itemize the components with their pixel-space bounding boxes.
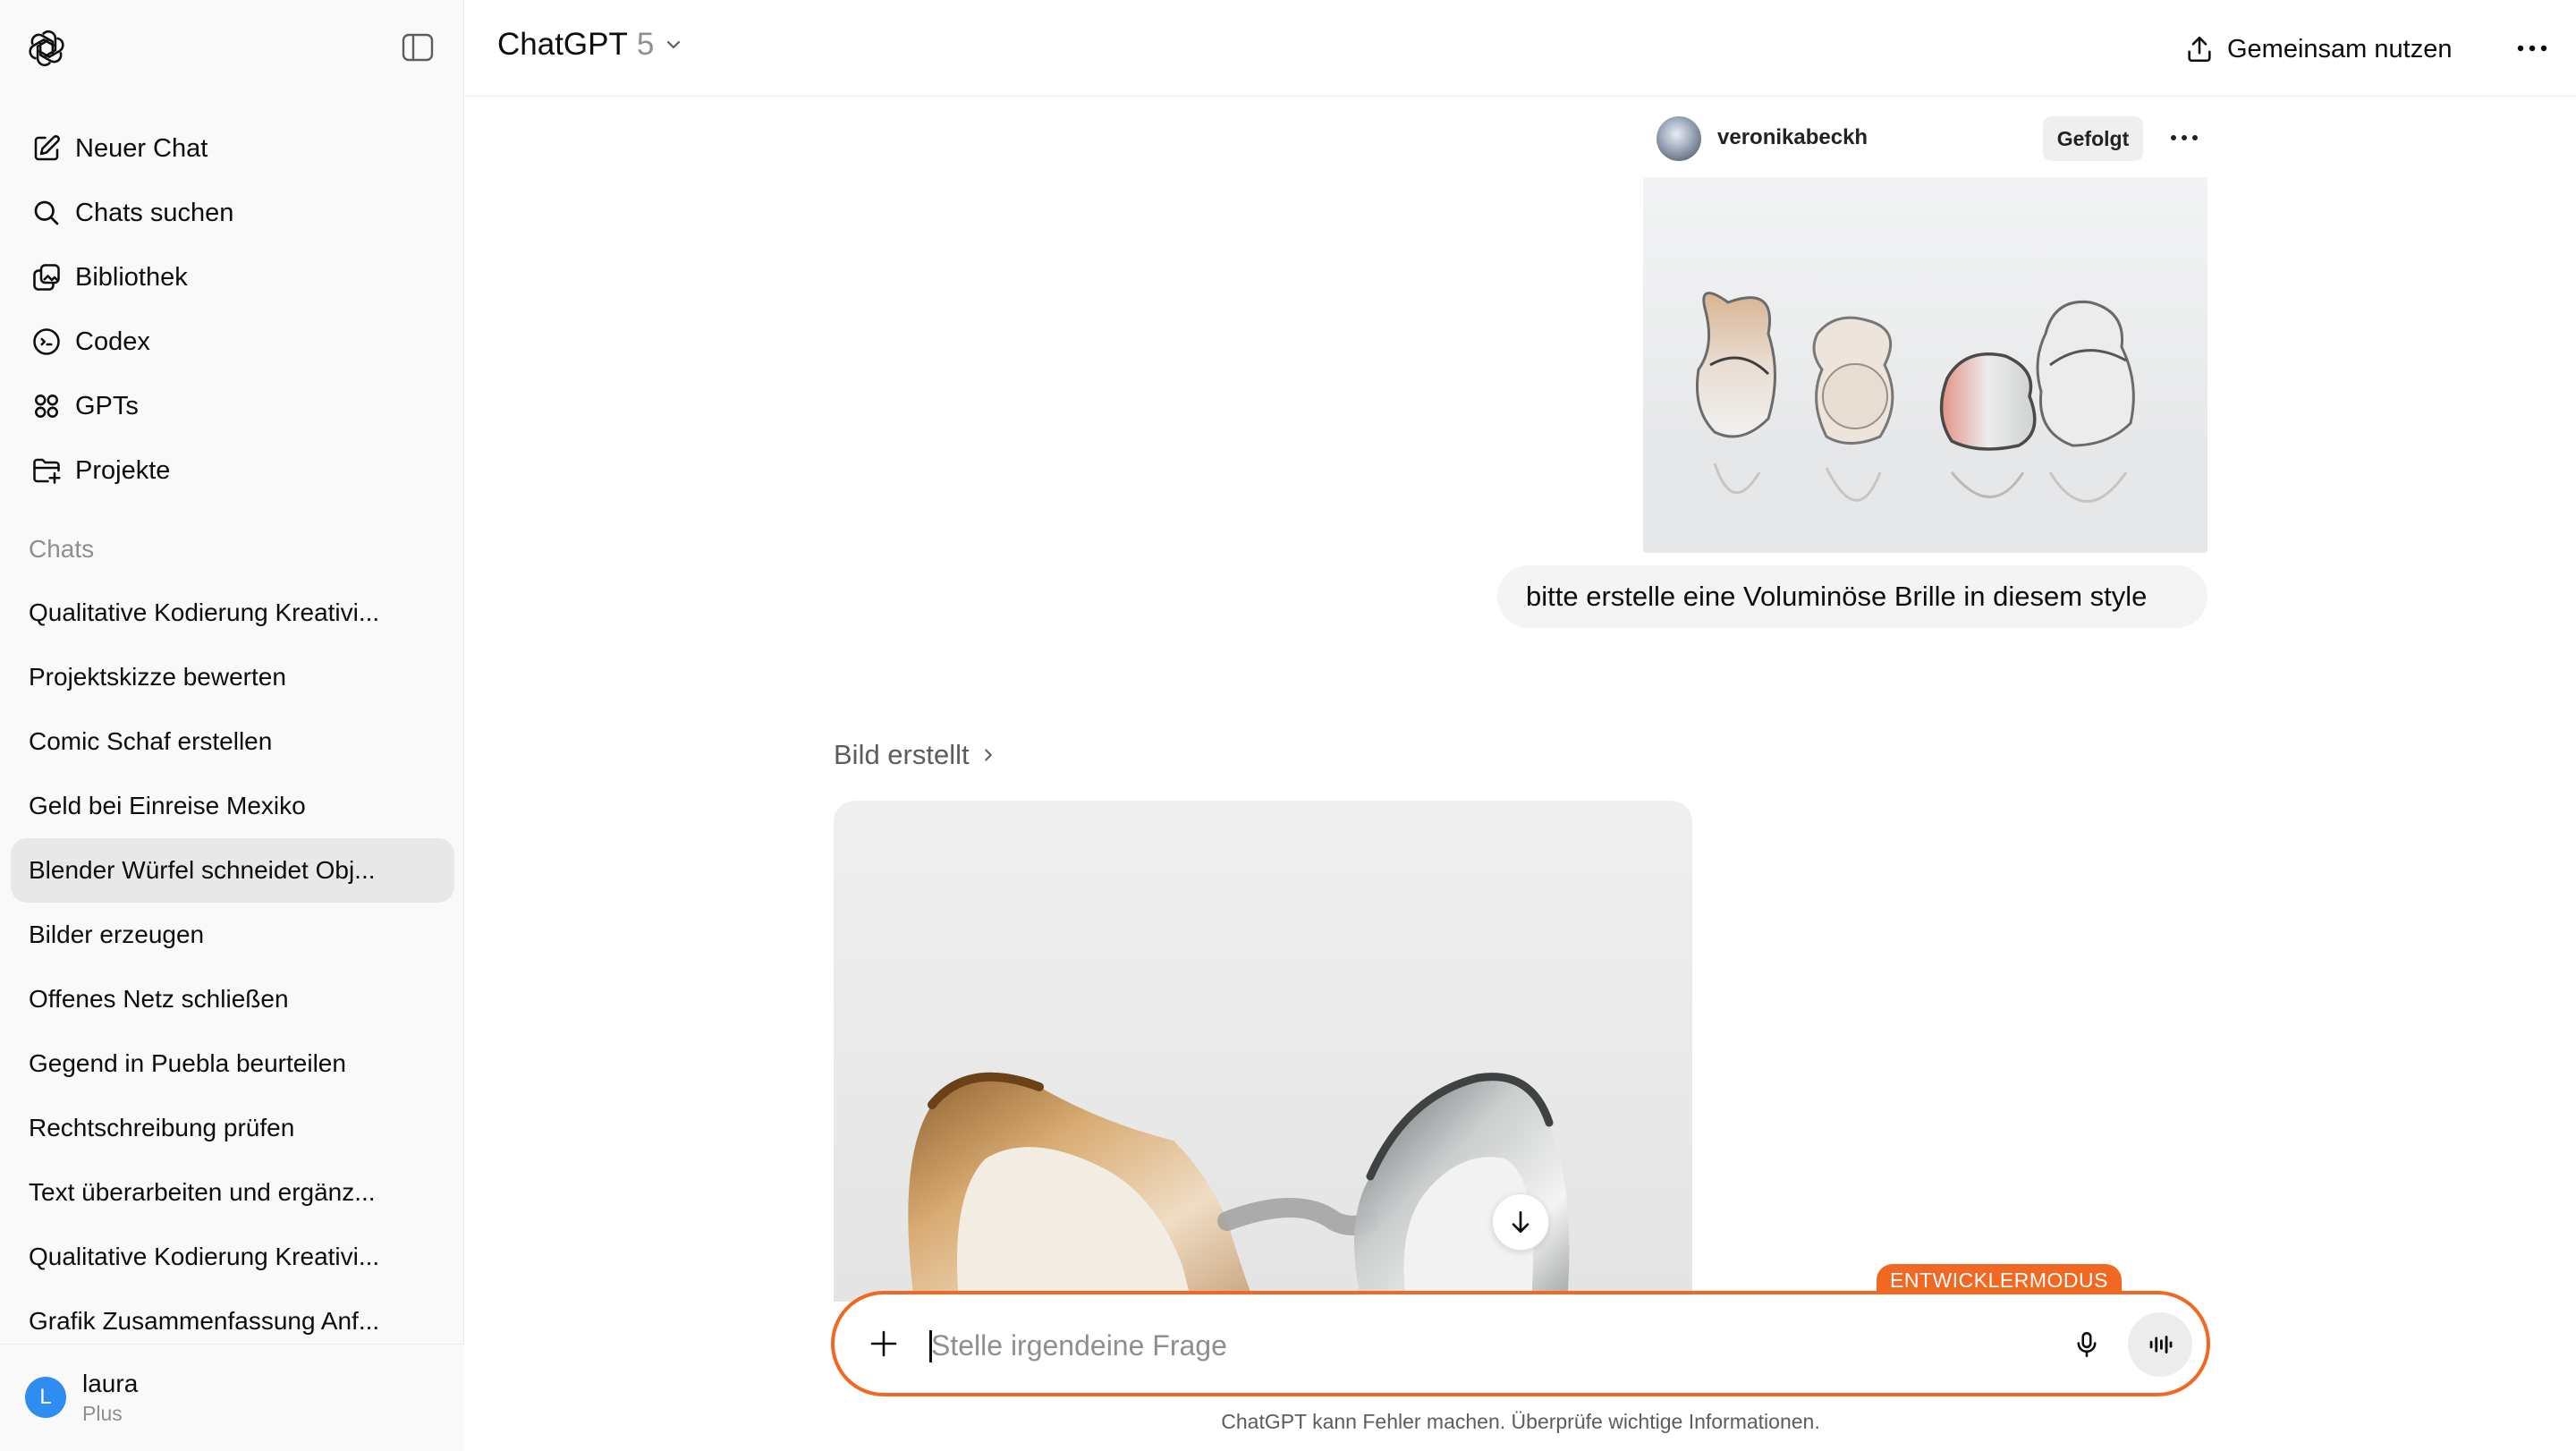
attachment-header: veronikabeckh Gefolgt — [1657, 115, 2207, 163]
image-created-label: Bild erstellt — [834, 739, 970, 770]
nav-label: Neuer Chat — [75, 133, 208, 163]
nav-label: Projekte — [75, 455, 171, 485]
chat-history-item[interactable]: Text überarbeiten und ergänz... — [11, 1160, 454, 1225]
chats-section-label: Chats — [29, 535, 95, 563]
model-selector[interactable]: ChatGPT 5 — [497, 27, 684, 63]
chat-history-item[interactable]: Qualitative Kodierung Kreativi... — [11, 581, 454, 645]
folder-plus-icon — [33, 458, 61, 484]
codex-icon — [33, 328, 60, 355]
arrow-down-icon — [1512, 1211, 1530, 1233]
nav-label: GPTs — [75, 391, 139, 420]
nav-label: Chats suchen — [75, 198, 234, 227]
account-menu[interactable]: L laura Plus — [0, 1344, 464, 1451]
chat-history-item[interactable]: Offenes Netz schließen — [11, 967, 454, 1031]
top-bar: ChatGPT 5 Gemeinsam nutzen — [465, 0, 2576, 97]
gpts-button[interactable]: GPTs — [11, 374, 454, 438]
share-button[interactable]: Gemeinsam nutzen — [2184, 25, 2452, 73]
attachment-more-icon[interactable] — [2165, 120, 2204, 156]
attached-reference-image[interactable] — [1643, 177, 2207, 553]
follow-button[interactable]: Gefolgt — [2043, 116, 2143, 161]
chat-history-list: Qualitative Kodierung Kreativi... Projek… — [11, 581, 454, 1353]
sidebar-toggle-icon[interactable] — [401, 32, 435, 63]
attachment-user-avatar — [1657, 116, 1701, 161]
chat-history-item[interactable]: Qualitative Kodierung Kreativi... — [11, 1225, 454, 1289]
scroll-to-bottom-button[interactable] — [1492, 1193, 1549, 1251]
microphone-icon[interactable] — [2065, 1323, 2108, 1366]
chat-history-item-active[interactable]: Blender Würfel schneidet Obj... — [11, 838, 454, 903]
codex-button[interactable]: Codex — [11, 310, 454, 374]
image-created-toggle[interactable]: Bild erstellt — [834, 739, 998, 771]
chat-history-item[interactable]: Gegend in Puebla beurteilen — [11, 1031, 454, 1096]
edit-icon — [34, 135, 60, 161]
voice-mode-icon[interactable] — [2128, 1312, 2192, 1377]
chat-history-item[interactable]: Geld bei Einreise Mexiko — [11, 774, 454, 838]
chat-history-item[interactable]: Projektskizze bewerten — [11, 645, 454, 709]
share-icon — [2188, 36, 2211, 63]
message-composer — [831, 1291, 2210, 1396]
generated-image[interactable] — [834, 801, 1692, 1302]
library-button[interactable]: Bibliothek — [11, 245, 454, 310]
chat-history-item[interactable]: Bilder erzeugen — [11, 903, 454, 967]
nav-label: Bibliothek — [75, 262, 188, 292]
nav-label: Codex — [75, 327, 150, 356]
avatar: L — [25, 1377, 66, 1418]
chevron-down-icon — [667, 40, 681, 49]
model-version: 5 — [636, 27, 655, 62]
openai-logo-icon[interactable] — [27, 29, 66, 68]
share-label: Gemeinsam nutzen — [2227, 34, 2453, 64]
disclaimer-text: ChatGPT kann Fehler machen. Überprüfe wi… — [1221, 1410, 1820, 1433]
grid-icon — [35, 395, 58, 418]
attachment-username: veronikabeckh — [1717, 125, 1868, 149]
model-name: ChatGPT — [497, 27, 628, 62]
user-name: laura — [82, 1370, 139, 1397]
chevron-right-icon — [984, 749, 992, 761]
new-chat-button[interactable]: Neuer Chat — [11, 116, 454, 181]
search-chats-button[interactable]: Chats suchen — [11, 181, 454, 245]
more-options-icon[interactable] — [2512, 30, 2553, 66]
prompt-input[interactable] — [931, 1323, 1960, 1368]
sidebar-nav: Neuer Chat Chats suchen Bibliothek Codex — [11, 116, 454, 503]
user-plan: Plus — [82, 1402, 123, 1425]
library-icon — [33, 264, 60, 291]
chat-history-item[interactable]: Rechtschreibung prüfen — [11, 1096, 454, 1160]
user-message-bubble: bitte erstelle eine Voluminöse Brille in… — [1497, 565, 2207, 628]
projects-button[interactable]: Projekte — [11, 438, 454, 503]
plus-icon[interactable] — [867, 1327, 901, 1361]
search-icon — [34, 200, 59, 225]
sidebar: Neuer Chat Chats suchen Bibliothek Codex — [0, 0, 464, 1451]
chat-history-item[interactable]: Comic Schaf erstellen — [11, 709, 454, 774]
